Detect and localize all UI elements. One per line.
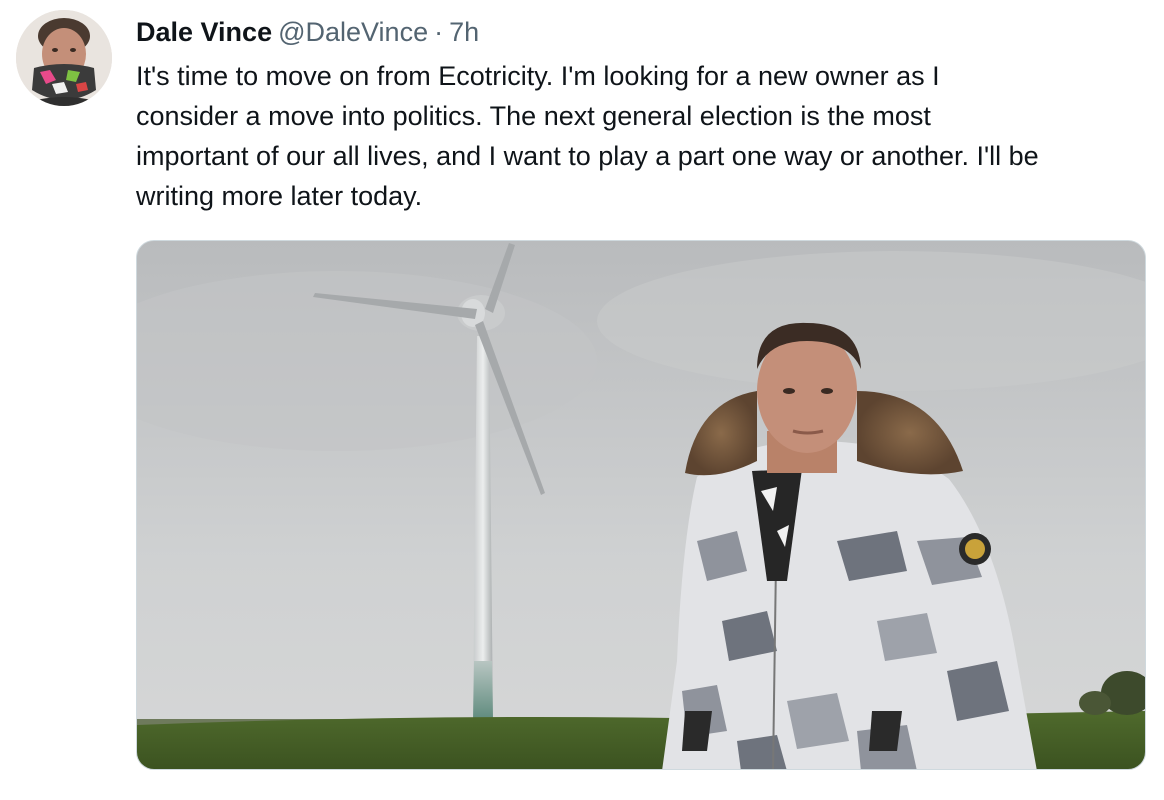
display-name[interactable]: Dale Vince	[136, 14, 272, 50]
tweet-text: It's time to move on from Ecotricity. I'…	[136, 61, 1039, 211]
timestamp[interactable]: 7h	[449, 14, 479, 50]
tweet-media-photo[interactable]	[136, 240, 1146, 770]
avatar[interactable]	[16, 10, 112, 106]
photo-illustration	[137, 241, 1145, 769]
separator-dot: ·	[434, 17, 444, 47]
user-handle[interactable]: @DaleVince	[278, 14, 428, 50]
avatar-image	[16, 10, 112, 106]
tweet: Dale Vince @DaleVince · 7h It's time to …	[0, 0, 1164, 800]
tweet-header: Dale Vince @DaleVince · 7h	[136, 14, 479, 50]
